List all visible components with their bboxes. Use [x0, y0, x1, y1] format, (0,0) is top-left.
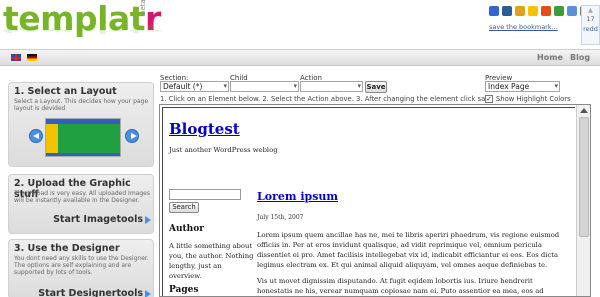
reddit-up-icon[interactable]: ▲ — [582, 6, 599, 14]
reddit-label[interactable]: redd — [582, 24, 599, 34]
step-select-layout-panel: 1. Select an Layout Select a Layout. Thi… — [8, 82, 154, 167]
post-title-link[interactable]: Lorem ipsum — [257, 190, 338, 203]
layout-sidebar-block — [46, 124, 58, 153]
step-description: Select a Layout. This decides how your p… — [14, 98, 149, 112]
highlight-checkbox[interactable]: ✓ — [485, 95, 493, 103]
section-select[interactable]: Default (*) — [160, 81, 229, 92]
page-preview-frame[interactable]: Blogtest Just another WordPress weblog S… — [159, 104, 591, 297]
digg-icon[interactable] — [502, 6, 512, 16]
post-paragraph: Lorem ipsum quem ancillae has ne, mei te… — [257, 231, 560, 269]
highlight-label: Show Highlight Colors — [496, 95, 571, 103]
play-arrow-icon[interactable] — [145, 216, 151, 224]
nav-home-link[interactable]: Home — [537, 53, 563, 62]
step-description: You dont need any skills to use the Desi… — [14, 255, 149, 276]
top-nav-bar: Home Blog — [0, 49, 600, 66]
step-description: The Upload is very easy. All uploaded Im… — [14, 190, 150, 204]
next-layout-arrow-icon[interactable] — [125, 129, 139, 143]
play-arrow-icon[interactable] — [145, 290, 151, 297]
step-title: 1. Select an Layout — [14, 86, 117, 97]
blog-tagline: Just another WordPress weblog — [169, 146, 278, 154]
layout-thumbnail[interactable] — [45, 118, 121, 157]
save-button[interactable]: Save — [365, 81, 387, 93]
start-designertools-button[interactable]: Start Designertools — [38, 288, 143, 297]
nav-blog-link[interactable]: Blog — [570, 53, 590, 62]
social-bookmark-icons — [489, 6, 590, 16]
scroll-up-icon[interactable] — [580, 108, 588, 113]
author-heading: Author — [169, 224, 204, 234]
action-select[interactable] — [300, 81, 363, 92]
star-icon[interactable] — [528, 6, 538, 16]
german-flag-icon[interactable] — [27, 54, 37, 61]
post-date: July 15th, 2007 — [257, 214, 304, 221]
previous-layout-arrow-icon[interactable] — [29, 129, 43, 143]
preview-select[interactable]: Index Page — [485, 81, 560, 92]
reddit-widget[interactable]: ▲ 17 redd — [581, 5, 600, 45]
search-input[interactable] — [169, 189, 241, 200]
child-select[interactable] — [230, 81, 299, 92]
scrollbar-thumb[interactable] — [579, 117, 589, 237]
step-designer-panel: 3. Use the Designer You dont need any sk… — [8, 239, 154, 297]
highlight-toggle[interactable]: ✓ Show Highlight Colors — [485, 95, 571, 103]
instructions-text: 1. Click on an Element below. 2. Select … — [160, 95, 503, 103]
step-upload-panel: 2. Upload the Graphic stuff The Upload i… — [8, 174, 154, 234]
stumbleupon-icon[interactable] — [541, 6, 551, 16]
reddit-count: 17 — [586, 15, 595, 23]
blog-title-link[interactable]: Blogtest — [169, 120, 240, 138]
step-title: 3. Use the Designer — [14, 243, 120, 254]
delicious-icon[interactable] — [489, 6, 499, 16]
preview-page[interactable]: Blogtest Just another WordPress weblog S… — [162, 107, 575, 296]
layout-footer-block — [46, 153, 120, 156]
magnolia-icon[interactable] — [515, 6, 525, 16]
logo-reflection: templatr — [3, 22, 161, 36]
post-paragraph: Vis ut movet dignissim disputando. At fu… — [257, 277, 544, 295]
save-bookmark-link[interactable]: save the bookmark... — [489, 23, 558, 31]
pages-heading: Pages — [169, 285, 199, 295]
layout-content-block — [58, 124, 120, 153]
author-text: A little something about you, the author… — [169, 242, 254, 280]
beta-label: beta — [139, 0, 147, 15]
preview-scrollbar[interactable] — [576, 105, 590, 296]
technorati-icon[interactable] — [554, 6, 564, 16]
uk-flag-icon[interactable] — [11, 54, 21, 61]
furl-icon[interactable] — [567, 6, 577, 16]
start-imagetools-button[interactable]: Start Imagetools — [53, 214, 143, 225]
search-button[interactable]: Search — [169, 202, 199, 213]
